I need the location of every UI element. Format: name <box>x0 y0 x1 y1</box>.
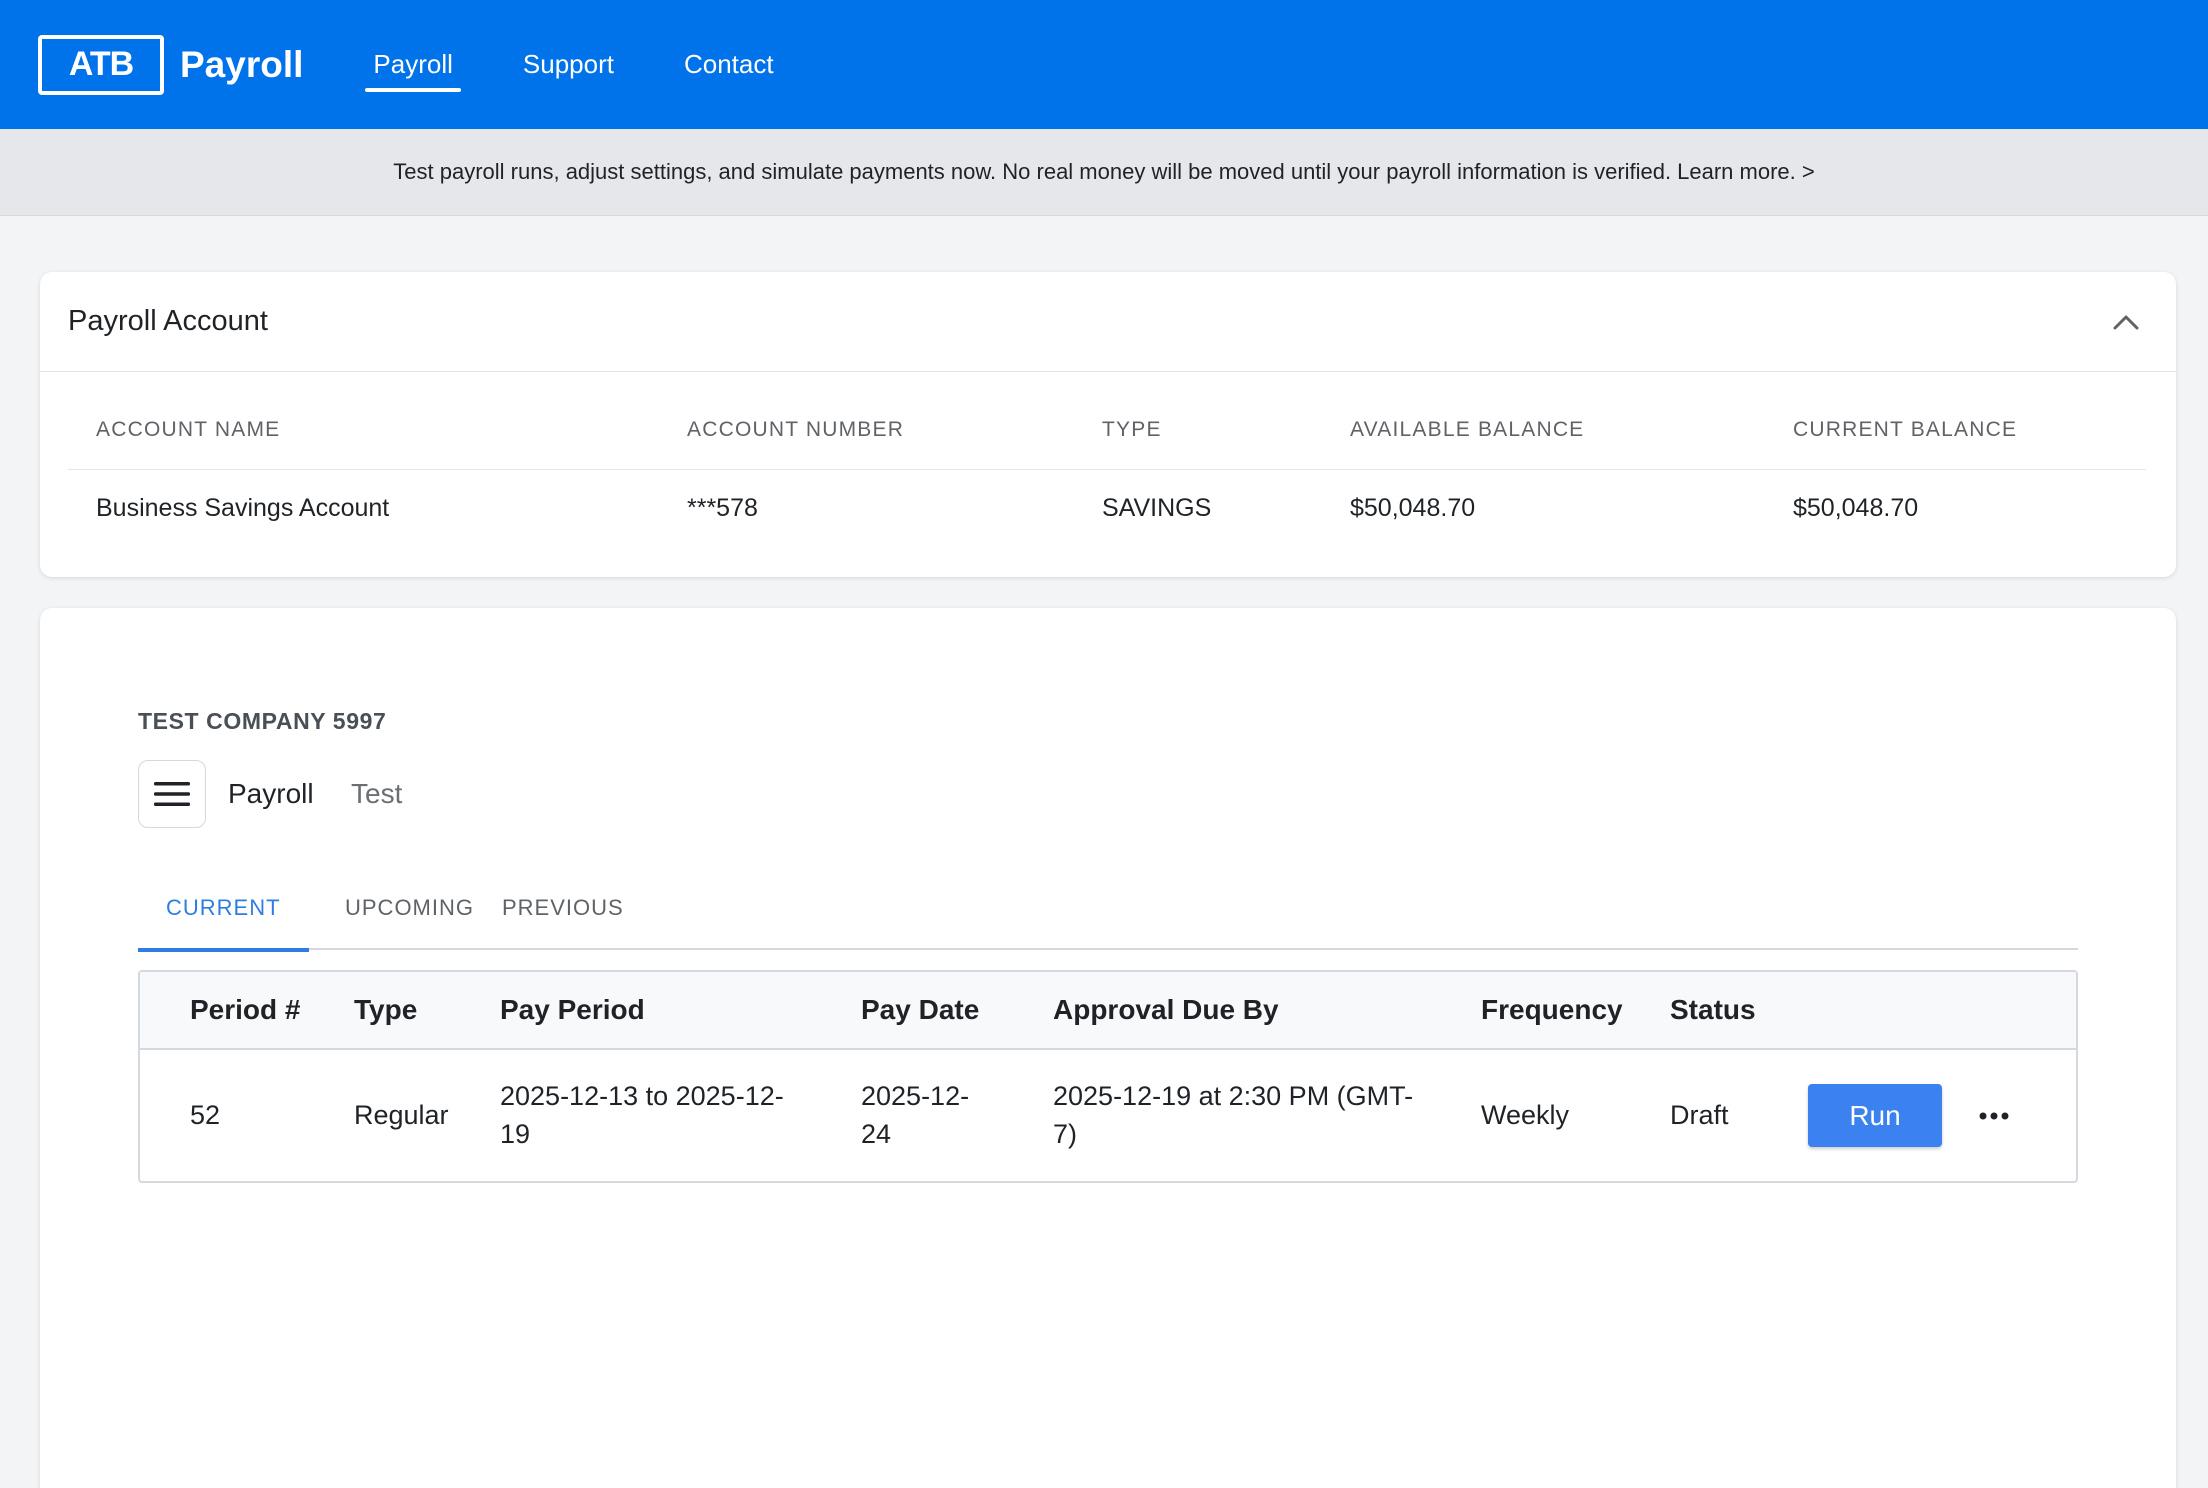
account-card-title: Payroll Account <box>68 305 268 337</box>
chevron-up-icon[interactable] <box>2106 302 2146 342</box>
col-status: Status <box>1670 994 1756 1025</box>
hamburger-menu-icon[interactable] <box>138 760 206 828</box>
col-pay-period: Pay Period <box>500 994 645 1025</box>
col-type: Type <box>354 994 418 1025</box>
runs-table-header: Period # Type Pay Period Pay Date Approv… <box>140 972 2076 1050</box>
pay-period-line2: 19 <box>500 1119 531 1149</box>
account-type: SAVINGS <box>1102 494 1212 522</box>
current-balance: $50,048.70 <box>1793 494 1919 522</box>
more-horizontal-icon[interactable] <box>1970 1100 2018 1132</box>
pay-date-line1: 2025-12- <box>861 1081 970 1111</box>
available-balance: $50,048.70 <box>1350 494 1476 522</box>
payroll-account-card: Payroll Account ACCOUNT NAME ACCOUNT NUM… <box>40 272 2176 577</box>
pay-period-line1: 2025-12-13 to 2025-12- <box>500 1081 784 1111</box>
pay-period: 2025-12-13 to 2025-12- 19 <box>500 1077 784 1153</box>
col-account-name: ACCOUNT NAME <box>96 418 281 441</box>
run-type: Regular <box>354 1100 449 1130</box>
col-account-number: ACCOUNT NUMBER <box>687 418 905 441</box>
breadcrumb-payroll: Payroll <box>228 778 314 809</box>
nav-item-contact[interactable]: Contact <box>676 0 782 129</box>
col-approval-due: Approval Due By <box>1053 994 1279 1025</box>
account-card-header[interactable]: Payroll Account <box>40 272 2176 372</box>
account-name: Business Savings Account <box>96 494 390 522</box>
nav-item-support[interactable]: Support <box>515 0 622 129</box>
col-pay-date: Pay Date <box>861 994 980 1025</box>
payroll-tabs: CURRENT UPCOMING PREVIOUS <box>138 866 2078 952</box>
breadcrumb-test[interactable]: Test <box>351 778 402 810</box>
period-number: 52 <box>190 1100 221 1130</box>
nav-item-payroll[interactable]: Payroll <box>365 0 462 129</box>
payroll-runs-card: TEST COMPANY 5997 Payroll Test CURRENT U… <box>40 608 2176 1488</box>
top-nav-bar: ATB Payroll Payroll Support Contact <box>0 0 2208 129</box>
col-period: Period # <box>190 994 301 1025</box>
approval-due-line1: 2025-12-19 at 2:30 PM (GMT- <box>1053 1081 1414 1111</box>
test-mode-banner: Test payroll runs, adjust settings, and … <box>0 129 2208 216</box>
account-row: Business Savings Account ***578 SAVINGS … <box>68 470 2146 550</box>
learn-more-link[interactable]: Learn more. > <box>1677 159 1815 185</box>
pay-date: 2025-12- 24 <box>861 1077 969 1153</box>
account-number: ***578 <box>687 494 758 522</box>
status: Draft <box>1670 1100 1729 1130</box>
atb-logo[interactable]: ATB <box>38 34 164 95</box>
brand-name: Payroll <box>180 43 304 85</box>
main-nav: Payroll Support Contact <box>365 0 835 129</box>
payroll-runs-table: Period # Type Pay Period Pay Date Approv… <box>138 970 2078 1183</box>
col-frequency: Frequency <box>1481 994 1623 1025</box>
col-current-balance: CURRENT BALANCE <box>1793 418 2018 441</box>
run-button[interactable]: Run <box>1808 1084 1942 1147</box>
frequency: Weekly <box>1481 1100 1570 1130</box>
company-name: TEST COMPANY 5997 <box>138 708 387 734</box>
approval-due: 2025-12-19 at 2:30 PM (GMT- 7) <box>1053 1077 1413 1153</box>
brand[interactable]: ATB Payroll <box>38 34 304 95</box>
account-table-header: ACCOUNT NAME ACCOUNT NUMBER TYPE AVAILAB… <box>68 372 2146 470</box>
banner-text: Test payroll runs, adjust settings, and … <box>393 159 1672 184</box>
approval-due-line2: 7) <box>1053 1119 1078 1149</box>
table-row: 52 Regular 2025-12-13 to 2025-12- 19 202… <box>140 1050 2076 1181</box>
col-type: TYPE <box>1102 418 1162 441</box>
pay-date-line2: 24 <box>861 1119 892 1149</box>
tab-previous[interactable]: PREVIOUS <box>474 866 652 950</box>
tab-current[interactable]: CURRENT <box>138 866 309 952</box>
account-table: ACCOUNT NAME ACCOUNT NUMBER TYPE AVAILAB… <box>68 372 2146 550</box>
col-available-balance: AVAILABLE BALANCE <box>1350 418 1585 441</box>
